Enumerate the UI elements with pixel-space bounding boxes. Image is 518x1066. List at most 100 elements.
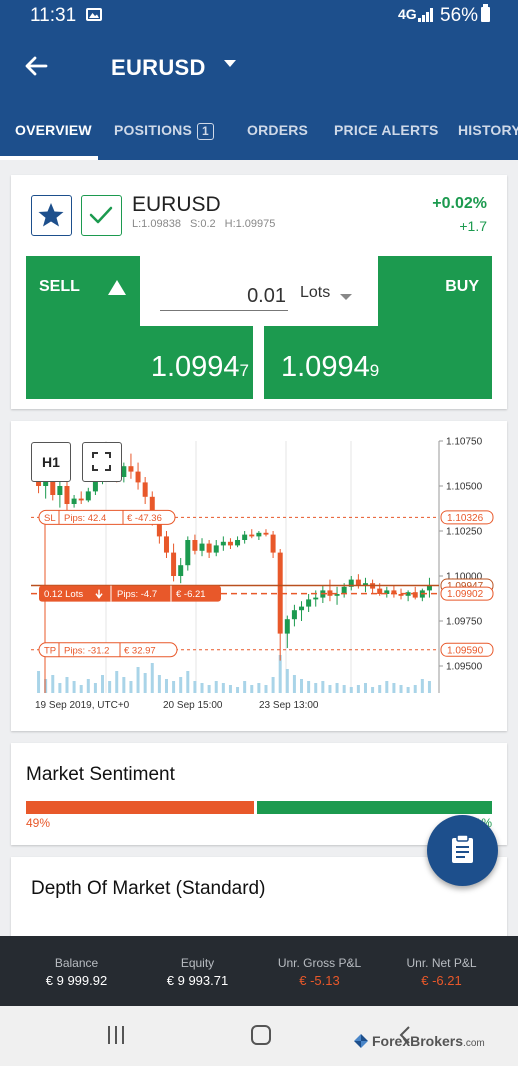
volume-bar: [172, 681, 176, 693]
sell-price: 1.09947: [150, 351, 249, 383]
favorite-toggle[interactable]: [31, 195, 72, 236]
stop-loss-tag: SL: [44, 513, 56, 524]
volume-bar: [221, 683, 225, 693]
gross-pnl-summary: Unr. Gross P&L € -5.13: [255, 936, 384, 1006]
volume-bar: [292, 675, 296, 693]
volume-bar: [101, 675, 105, 693]
volume-bar: [413, 685, 417, 693]
checkmark-icon: [89, 206, 113, 224]
tab-positions[interactable]: POSITIONS 1: [114, 122, 214, 140]
candle-body: [135, 471, 141, 483]
candle-body: [57, 486, 63, 495]
volume-bar: [250, 685, 254, 693]
gallery-notification-icon: [86, 8, 102, 21]
volume-bar: [136, 667, 140, 693]
tab-price-alerts[interactable]: PRICE ALERTS: [334, 122, 439, 138]
fullscreen-icon: [92, 452, 111, 471]
instrument-name: EURUSD: [132, 193, 221, 216]
tab-history[interactable]: HISTORY: [458, 122, 518, 138]
change-percent: +0.02%: [432, 195, 487, 212]
active-tab-indicator: [0, 156, 98, 160]
candle-body: [306, 599, 312, 607]
y-tick-label: 1.09500: [446, 662, 483, 673]
net-pnl-summary: Unr. Net P&L € -6.21: [377, 936, 506, 1006]
volume-bar: [129, 681, 133, 693]
new-order-fab[interactable]: [427, 815, 498, 886]
sell-direction-icon: [108, 280, 126, 295]
recent-apps-icon[interactable]: [108, 1026, 126, 1044]
position-pnl: € -6.21: [176, 589, 206, 600]
volume-bar: [271, 677, 275, 693]
clipboard-icon: [452, 834, 473, 863]
candle-body: [291, 610, 297, 620]
volume-bar: [236, 687, 240, 693]
candle-body: [270, 534, 276, 553]
volume-bar: [335, 683, 339, 693]
tab-overview[interactable]: OVERVIEW: [15, 122, 92, 138]
volume-bar: [420, 679, 424, 693]
battery-level: 56%: [440, 5, 479, 26]
balance-value: € 9 999.92: [45, 973, 108, 988]
take-profit-pnl: € 32.97: [124, 645, 156, 656]
volume-bar: [51, 675, 55, 693]
volume-bar: [385, 681, 389, 693]
balance-summary: Balance € 9 999.92: [12, 936, 141, 1006]
volume-bar: [157, 675, 161, 693]
market-sentiment-title: Market Sentiment: [26, 764, 175, 785]
candle-body: [199, 543, 205, 551]
position-lots: 0.12 Lots: [44, 589, 83, 600]
positions-count-badge: 1: [197, 123, 214, 140]
y-tick-label: 1.10250: [446, 527, 483, 538]
volume-bar: [356, 685, 360, 693]
volume-bar: [278, 655, 282, 693]
volume-bar: [58, 683, 62, 693]
x-tick-label: 23 Sep 13:00: [259, 700, 319, 711]
candle-body: [178, 565, 184, 576]
star-icon: [38, 203, 64, 227]
candle-body: [206, 543, 212, 553]
volume-bar: [285, 669, 289, 693]
lots-dropdown-icon[interactable]: [340, 294, 352, 300]
volume-bar: [228, 685, 232, 693]
volume-bar: [108, 681, 112, 693]
volume-bar: [328, 685, 332, 693]
forexbrokers-logo-icon: [354, 1034, 368, 1048]
volume-bar: [399, 685, 403, 693]
lots-unit-selector[interactable]: Lots: [300, 284, 330, 302]
gross-pnl-value: € -5.13: [299, 973, 340, 988]
volume-bar: [179, 677, 183, 693]
candle-body: [121, 466, 127, 477]
trade-card: EURUSD L:1.09838 S:0.2 H:1.09975 +0.02% +1…: [11, 175, 507, 409]
home-icon[interactable]: [251, 1025, 271, 1045]
stop-loss-pips: Pips: 42.4: [64, 513, 106, 524]
lots-panel: 0.01 Lots: [140, 256, 378, 326]
watermark: ForexBrokers.com: [354, 1033, 485, 1049]
candle-body: [299, 606, 305, 611]
symbol-title[interactable]: EURUSD: [111, 55, 206, 81]
signal-strength-icon: [418, 8, 434, 22]
back-arrow-icon[interactable]: [22, 52, 50, 80]
x-tick-label: 20 Sep 15:00: [163, 700, 223, 711]
take-profit-tag: TP: [44, 645, 56, 656]
tab-orders[interactable]: ORDERS: [247, 122, 308, 138]
timeframe-button[interactable]: H1: [31, 442, 71, 482]
volume-bar: [371, 687, 375, 693]
tab-bar: OVERVIEW POSITIONS 1 ORDERS PRICE ALERTS …: [0, 114, 518, 160]
enable-toggle[interactable]: [81, 195, 122, 236]
candle-body: [242, 534, 248, 540]
sentiment-buy-bar: [257, 801, 492, 814]
candle-body: [64, 486, 70, 504]
lots-quantity-input[interactable]: 0.01: [160, 281, 288, 311]
position-pips: Pips: -4.7: [117, 589, 157, 600]
volume-bar: [164, 679, 168, 693]
volume-bar: [349, 687, 353, 693]
position-price-label: 1.09902: [447, 589, 484, 600]
volume-bar: [300, 679, 304, 693]
symbol-dropdown-icon[interactable]: [224, 60, 236, 67]
candle-body: [185, 540, 191, 566]
app-bar: EURUSD OVERVIEW POSITIONS 1 ORDERS PRICE …: [0, 30, 518, 160]
y-tick-label: 1.09750: [446, 617, 483, 628]
candle-body: [355, 579, 361, 585]
fullscreen-button[interactable]: [82, 442, 122, 482]
volume-bar: [243, 681, 247, 693]
